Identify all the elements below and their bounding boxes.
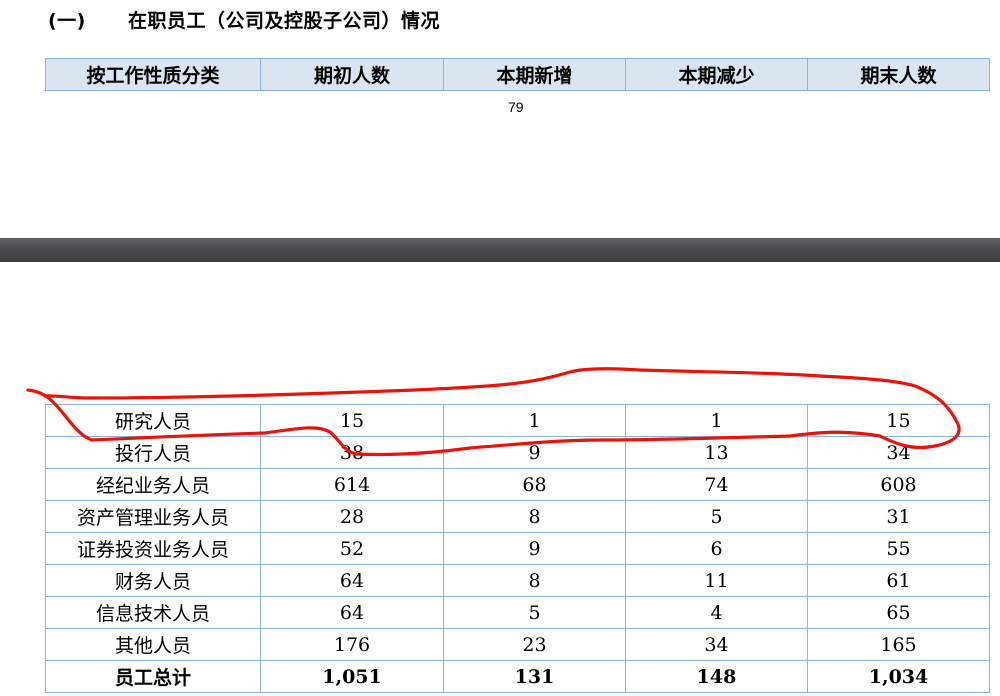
header-end-count: 期末人数 (807, 58, 990, 91)
header-category: 按工作性质分类 (45, 58, 261, 91)
row-end-count: 31 (807, 500, 990, 533)
row-added: 5 (443, 596, 626, 629)
row-added: 1 (443, 404, 626, 437)
row-added: 9 (443, 436, 626, 469)
row-start-count: 38 (260, 436, 444, 469)
table-row: 资产管理业务人员 28 8 5 31 (45, 500, 990, 533)
section-heading: (一) 在职员工（公司及控股子公司）情况 (48, 6, 440, 33)
row-added: 8 (443, 500, 626, 533)
row-category: 财务人员 (45, 564, 261, 597)
row-category: 资产管理业务人员 (45, 500, 261, 533)
row-start-count: 15 (260, 404, 444, 437)
page-separator (0, 238, 1000, 262)
row-reduced: 74 (625, 468, 808, 501)
total-row: 员工总计 1,051 131 148 1,034 (45, 660, 990, 693)
row-reduced: 4 (625, 596, 808, 629)
row-start-count: 52 (260, 532, 444, 565)
page-number: 79 (508, 99, 524, 115)
staff-table-body: 研究人员 15 1 1 15 投行人员 38 9 13 34 经纪业务人员 614 68 74 608 资产管… (45, 404, 990, 693)
table-row: 财务人员 64 8 11 61 (45, 564, 990, 597)
row-reduced: 34 (625, 628, 808, 661)
header-start-count: 期初人数 (260, 58, 444, 91)
row-reduced: 11 (625, 564, 808, 597)
total-start-count: 1,051 (260, 660, 444, 693)
row-start-count: 614 (260, 468, 444, 501)
total-end-count: 1,034 (807, 660, 990, 693)
row-end-count: 61 (807, 564, 990, 597)
section-number: (一) (48, 10, 86, 32)
header-reduced: 本期减少 (625, 58, 808, 91)
row-added: 9 (443, 532, 626, 565)
row-added: 8 (443, 564, 626, 597)
row-category: 研究人员 (45, 404, 261, 437)
document-viewer: (一) 在职员工（公司及控股子公司）情况 按工作性质分类 期初人数 本期新增 本期… (0, 0, 1000, 696)
table-rows: 研究人员 15 1 1 15 投行人员 38 9 13 34 经纪业务人员 614 68 74 608 资产管… (45, 404, 990, 693)
total-added: 131 (443, 660, 626, 693)
table-row: 投行人员 38 9 13 34 (45, 436, 990, 469)
row-end-count: 65 (807, 596, 990, 629)
table-row: 证券投资业务人员 52 9 6 55 (45, 532, 990, 565)
table-row: 信息技术人员 64 5 4 65 (45, 596, 990, 629)
row-end-count: 15 (807, 404, 990, 437)
staff-table-header: 按工作性质分类 期初人数 本期新增 本期减少 期末人数 (45, 58, 990, 91)
row-end-count: 34 (807, 436, 990, 469)
row-reduced: 6 (625, 532, 808, 565)
row-start-count: 28 (260, 500, 444, 533)
row-category: 信息技术人员 (45, 596, 261, 629)
row-end-count: 165 (807, 628, 990, 661)
row-added: 68 (443, 468, 626, 501)
table-row: 研究人员 15 1 1 15 (45, 404, 990, 437)
section-title: 在职员工（公司及控股子公司）情况 (128, 10, 441, 32)
table-row: 其他人员 176 23 34 165 (45, 628, 990, 661)
row-start-count: 64 (260, 564, 444, 597)
header-added: 本期新增 (443, 58, 626, 91)
row-category: 经纪业务人员 (45, 468, 261, 501)
row-end-count: 608 (807, 468, 990, 501)
row-reduced: 1 (625, 404, 808, 437)
row-start-count: 176 (260, 628, 444, 661)
total-reduced: 148 (625, 660, 808, 693)
row-start-count: 64 (260, 596, 444, 629)
row-category: 投行人员 (45, 436, 261, 469)
row-end-count: 55 (807, 532, 990, 565)
row-reduced: 5 (625, 500, 808, 533)
table-row: 经纪业务人员 614 68 74 608 (45, 468, 990, 501)
row-reduced: 13 (625, 436, 808, 469)
row-added: 23 (443, 628, 626, 661)
row-category: 证券投资业务人员 (45, 532, 261, 565)
header-row: 按工作性质分类 期初人数 本期新增 本期减少 期末人数 (45, 58, 990, 91)
total-category: 员工总计 (45, 660, 261, 693)
row-category: 其他人员 (45, 628, 261, 661)
